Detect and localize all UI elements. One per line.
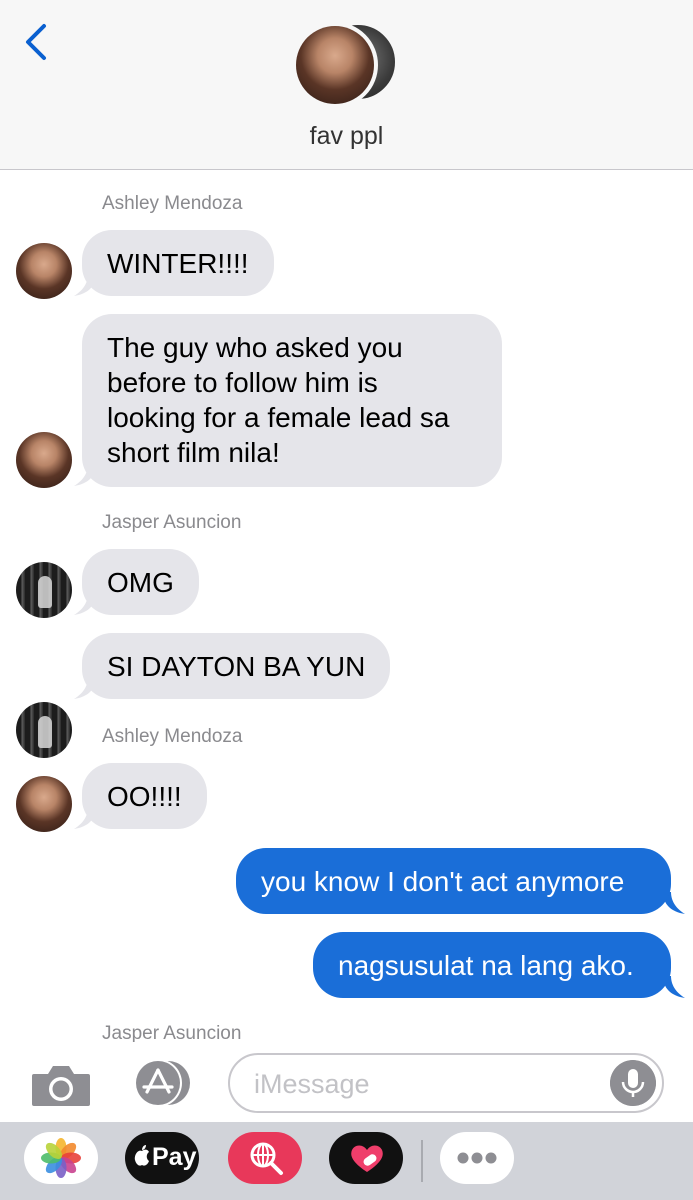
message-text: nagsusulat na lang ako. bbox=[338, 950, 634, 981]
microphone-icon[interactable] bbox=[610, 1060, 656, 1106]
conversation-header: fav ppl bbox=[0, 0, 693, 170]
avatar[interactable] bbox=[16, 243, 72, 299]
message-text: OMG bbox=[107, 567, 174, 598]
sender-name: Ashley Mendoza bbox=[102, 193, 243, 214]
group-name[interactable]: fav ppl bbox=[0, 122, 693, 151]
message-line: looking for a female lead sa bbox=[107, 402, 450, 433]
message-line: The guy who asked you bbox=[107, 332, 403, 363]
avatar[interactable] bbox=[16, 432, 72, 488]
apple-pay-app[interactable]: Pay bbox=[125, 1132, 199, 1184]
more-icon bbox=[457, 1152, 497, 1164]
search-globe-icon bbox=[250, 1142, 283, 1175]
message-bubble[interactable]: OMG bbox=[82, 549, 199, 615]
message-text: you know I don't act anymore bbox=[261, 866, 625, 897]
message-field[interactable] bbox=[228, 1053, 664, 1113]
app-store-icon[interactable] bbox=[128, 1058, 194, 1108]
message-line: short film nila! bbox=[107, 437, 280, 468]
digital-touch-app[interactable] bbox=[329, 1132, 403, 1184]
message-bubble[interactable]: OO!!!! bbox=[82, 763, 207, 829]
group-avatar[interactable] bbox=[292, 22, 404, 110]
message-bubble[interactable]: SI DAYTON BA YUN bbox=[82, 633, 391, 699]
avatar[interactable] bbox=[16, 776, 72, 832]
heart-digital-touch-icon bbox=[351, 1145, 383, 1172]
message-line: before to follow him is bbox=[107, 367, 378, 398]
avatar[interactable] bbox=[16, 702, 72, 758]
avatar[interactable] bbox=[16, 562, 72, 618]
message-text: WINTER!!!! bbox=[107, 248, 249, 279]
message-bubble[interactable]: The guy who asked you before to follow h… bbox=[82, 314, 502, 487]
input-bar bbox=[0, 1042, 693, 1122]
app-drawer: Pay bbox=[0, 1122, 693, 1200]
member-avatar-ashley bbox=[292, 22, 378, 108]
message-bubble[interactable]: nagsusulat na lang ako. bbox=[313, 932, 671, 998]
message-bubble[interactable]: you know I don't act anymore bbox=[236, 848, 671, 914]
camera-icon[interactable] bbox=[30, 1062, 92, 1108]
message-text: SI DAYTON BA YUN bbox=[107, 651, 366, 682]
message-text: OO!!!! bbox=[107, 781, 182, 812]
back-chevron-icon[interactable] bbox=[22, 22, 52, 62]
drawer-divider bbox=[421, 1140, 423, 1182]
more-apps-button[interactable] bbox=[440, 1132, 514, 1184]
web-search-app[interactable] bbox=[228, 1132, 302, 1184]
apple-pay-label: Pay bbox=[152, 1143, 197, 1171]
sender-name: Jasper Asuncion bbox=[102, 512, 242, 533]
photos-app[interactable] bbox=[24, 1132, 98, 1184]
apple-icon bbox=[134, 1145, 149, 1166]
sender-name: Ashley Mendoza bbox=[102, 726, 243, 747]
message-bubble[interactable]: WINTER!!!! bbox=[82, 230, 274, 296]
photos-icon bbox=[41, 1138, 81, 1178]
message-input[interactable] bbox=[254, 1067, 604, 1101]
